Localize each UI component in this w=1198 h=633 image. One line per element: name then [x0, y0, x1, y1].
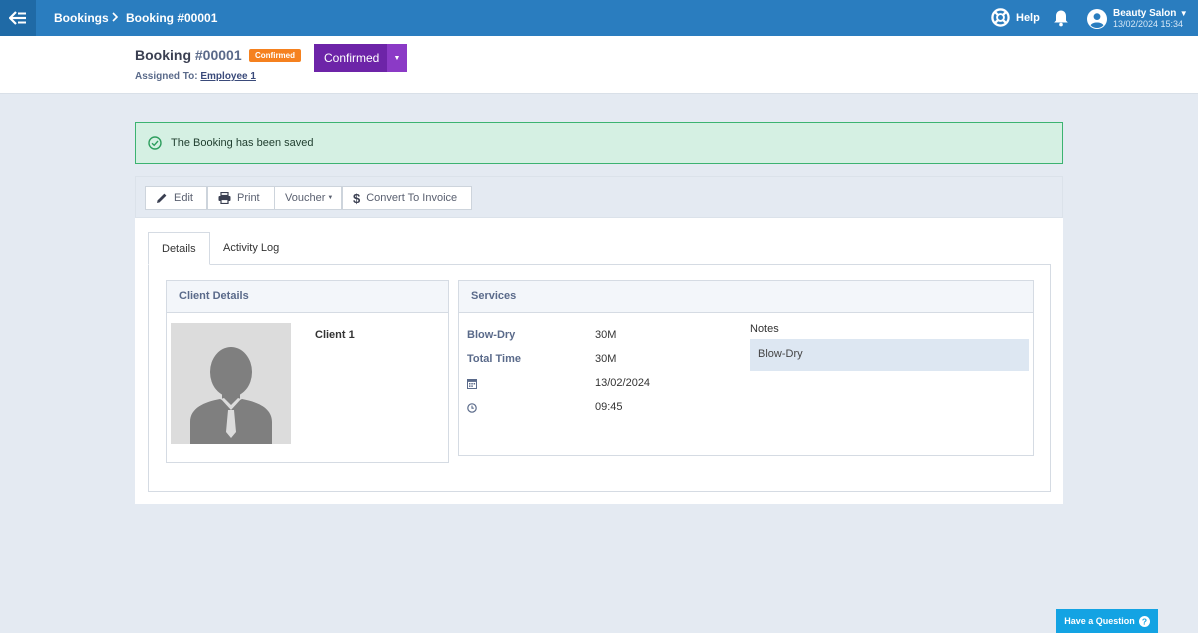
caret-down-icon: ▼ — [1179, 9, 1188, 18]
client-details-title: Client Details — [167, 281, 448, 313]
booking-time: 09:45 — [595, 401, 623, 413]
pencil-icon — [157, 193, 167, 203]
caret-down-icon: ▼ — [393, 54, 401, 62]
account-menu[interactable]: Beauty Salon ▼ 13/02/2024 15:34 — [1087, 7, 1188, 30]
assigned-to: Assigned To: Employee 1 — [135, 71, 256, 82]
status-dropdown-value[interactable]: Confirmed — [314, 44, 387, 72]
booking-card: Edit Print Voucher ▼ $ Convert To Invoic… — [135, 176, 1063, 504]
voucher-label: Voucher — [285, 192, 326, 204]
total-time-label: Total Time — [467, 353, 521, 365]
service-name: Blow-Dry — [467, 329, 516, 341]
print-label: Print — [237, 192, 260, 204]
services-panel: Services Blow-Dry 30M Total Time 30M 13/… — [458, 280, 1034, 456]
calendar-icon — [467, 379, 477, 389]
total-time-value: 30M — [595, 353, 617, 365]
tab-content: Client Details Client 1 Services Blow-Dr… — [148, 264, 1051, 492]
assigned-employee-link[interactable]: Employee 1 — [200, 71, 256, 82]
booking-date: 13/02/2024 — [595, 377, 651, 389]
client-name[interactable]: Client 1 — [315, 329, 355, 341]
back-button[interactable] — [0, 0, 36, 36]
page-title: Booking #00001 — [135, 47, 242, 63]
service-duration: 30M — [595, 329, 617, 341]
print-button[interactable]: Print — [207, 186, 275, 210]
services-title: Services — [459, 281, 1033, 313]
printer-icon — [218, 192, 231, 204]
alert-message: The Booking has been saved — [171, 137, 314, 149]
question-circle-icon: ? — [1138, 615, 1150, 627]
help-link[interactable]: Help — [991, 8, 1040, 27]
account-name: Beauty Salon — [1113, 8, 1177, 19]
ask-label: Have a Question — [1064, 616, 1135, 626]
client-avatar — [171, 323, 291, 444]
bell-icon[interactable] — [1053, 9, 1069, 27]
client-details-panel: Client Details Client 1 — [166, 280, 449, 463]
status-dropdown-toggle[interactable]: ▼ — [387, 44, 407, 72]
status-badge: Confirmed — [249, 49, 301, 62]
page-header: Booking #00001 Confirmed Assigned To: Em… — [0, 36, 1198, 94]
person-silhouette-icon — [190, 347, 272, 444]
breadcrumb-bookings[interactable]: Bookings — [54, 11, 109, 25]
have-a-question-button[interactable]: Have a Question ? — [1056, 609, 1158, 633]
breadcrumb-current: Booking #00001 — [126, 11, 218, 25]
booking-number: #00001 — [194, 47, 242, 63]
title-prefix: Booking — [135, 47, 191, 63]
status-dropdown[interactable]: Confirmed ▼ — [314, 44, 407, 72]
assigned-label: Assigned To: — [135, 71, 198, 82]
arrow-left-icon — [9, 11, 26, 25]
edit-button[interactable]: Edit — [145, 186, 207, 210]
account-datetime: 13/02/2024 15:34 — [1113, 19, 1184, 29]
user-circle-icon — [1087, 8, 1107, 29]
success-alert: The Booking has been saved — [135, 122, 1063, 164]
action-toolbar: Edit Print Voucher ▼ $ Convert To Invoic… — [135, 176, 1063, 218]
chevron-right-icon — [112, 12, 119, 22]
tab-details[interactable]: Details — [148, 232, 210, 265]
svg-text:?: ? — [1142, 616, 1147, 626]
notes-value: Blow-Dry — [750, 339, 1029, 371]
voucher-dropdown[interactable]: Voucher ▼ — [274, 186, 342, 210]
check-circle-icon — [148, 136, 162, 150]
tab-activity-log[interactable]: Activity Log — [210, 232, 292, 265]
caret-down-icon: ▼ — [327, 195, 334, 201]
convert-to-invoice-button[interactable]: $ Convert To Invoice — [342, 186, 472, 210]
dollar-icon: $ — [353, 190, 361, 206]
top-bar: Bookings Booking #00001 Help Beauty Salo… — [0, 0, 1198, 36]
lifebuoy-icon — [991, 8, 1010, 27]
help-label: Help — [1016, 11, 1040, 24]
edit-label: Edit — [174, 192, 193, 204]
notes-label: Notes — [750, 323, 779, 335]
clock-icon — [467, 403, 477, 413]
convert-label: Convert To Invoice — [366, 192, 458, 204]
